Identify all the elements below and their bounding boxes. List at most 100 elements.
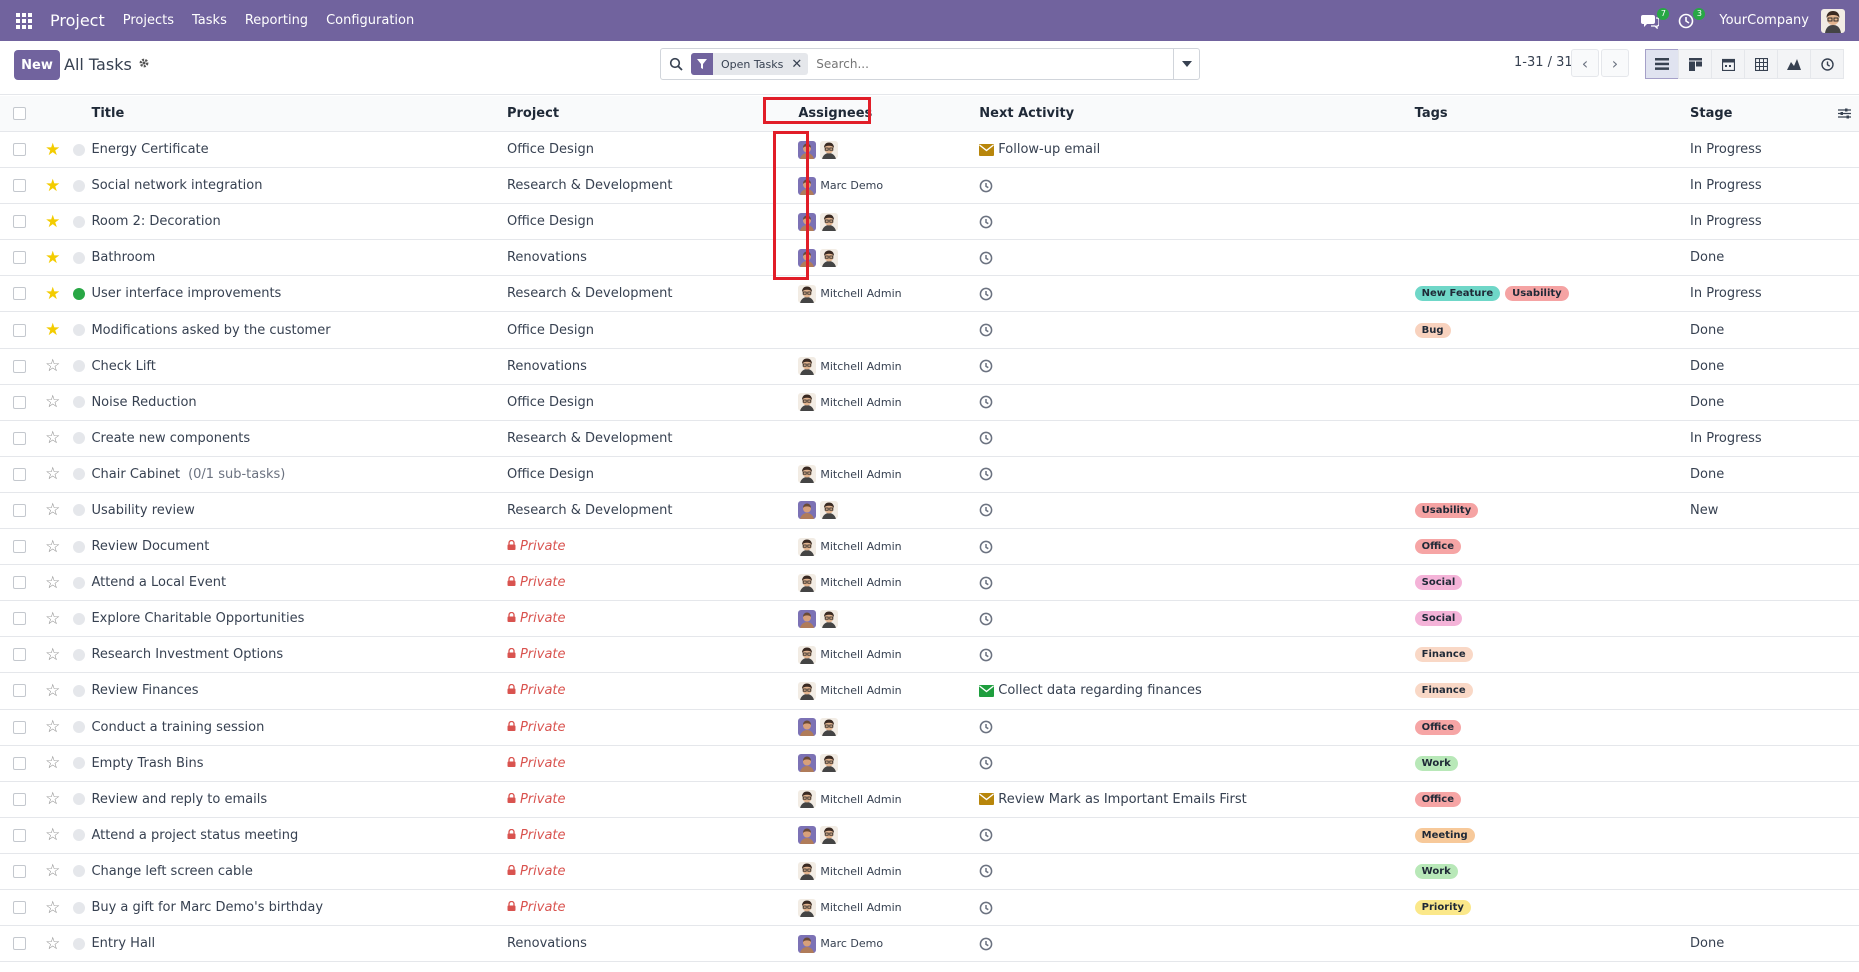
table-row[interactable]: ☆ Change left screen cable Private Mitchell… — [0, 854, 1859, 890]
task-title[interactable]: Buy a gift for Marc Demo's birthday — [91, 900, 323, 915]
assignee-avatar-mitchell[interactable] — [820, 754, 839, 773]
activity-email-icon[interactable] — [979, 793, 995, 806]
star-filled-icon[interactable]: ★ — [40, 212, 66, 232]
activity-clock-icon[interactable] — [979, 576, 993, 590]
star-outline-icon[interactable]: ☆ — [40, 428, 66, 448]
row-checkbox[interactable] — [13, 937, 27, 951]
kanban-state-dot[interactable] — [72, 251, 85, 264]
task-title[interactable]: Attend a Local Event — [91, 575, 226, 590]
kanban-state-dot[interactable] — [72, 287, 85, 300]
assignee-avatar-mitchell[interactable] — [820, 718, 839, 737]
activity-clock-icon[interactable] — [979, 648, 993, 662]
activity-email-icon[interactable] — [979, 143, 995, 156]
activities-clock-icon[interactable]: 3 — [1675, 7, 1706, 32]
table-row[interactable]: ☆ Empty Trash Bins Private Work — [0, 746, 1859, 782]
activity-clock-icon[interactable] — [979, 612, 993, 626]
table-row[interactable]: ☆ Explore Charitable Opportunities Private… — [0, 601, 1859, 638]
assignee-avatar-mitchell[interactable] — [798, 645, 817, 664]
assignee-avatar-marc[interactable] — [798, 826, 817, 845]
assignee-avatar-marc[interactable] — [798, 934, 817, 953]
task-title[interactable]: Check Lift — [91, 359, 155, 374]
row-checkbox[interactable] — [13, 864, 27, 878]
assignee-avatar-marc[interactable] — [798, 754, 817, 773]
kanban-state-dot[interactable] — [72, 432, 85, 445]
kanban-state-dot[interactable] — [72, 360, 85, 373]
kanban-state-dot[interactable] — [72, 684, 85, 697]
kanban-state-dot[interactable] — [72, 324, 85, 337]
assignee-avatar-marc[interactable] — [798, 501, 817, 520]
task-title[interactable]: Chair Cabinet — [91, 467, 180, 482]
activity-clock-icon[interactable] — [979, 937, 993, 951]
activity-clock-icon[interactable] — [979, 720, 993, 734]
column-project[interactable]: Project — [507, 106, 778, 121]
star-outline-icon[interactable]: ☆ — [40, 537, 66, 557]
kanban-state-dot[interactable] — [72, 504, 85, 517]
kanban-state-dot[interactable] — [72, 540, 85, 553]
assignee-avatar-mitchell[interactable] — [820, 248, 839, 267]
activity-clock-icon[interactable] — [979, 431, 993, 445]
row-checkbox[interactable] — [13, 576, 27, 590]
list-view-icon[interactable] — [1645, 49, 1679, 79]
assignee-avatar-mitchell[interactable] — [820, 609, 839, 628]
activity-clock-icon[interactable] — [979, 467, 993, 481]
kanban-state-dot[interactable] — [72, 396, 85, 409]
assignee-avatar-mitchell[interactable] — [798, 790, 817, 809]
task-title[interactable]: Explore Charitable Opportunities — [91, 611, 304, 626]
activity-clock-icon[interactable] — [979, 540, 993, 554]
table-row[interactable]: ★ Modifications asked by the customer Offi… — [0, 312, 1859, 349]
search-bar[interactable]: Open Tasks ✕ — [660, 48, 1200, 80]
table-row[interactable]: ★ Room 2: Decoration Office Design In Progr… — [0, 204, 1859, 241]
table-row[interactable]: ★ Bathroom Renovations Done — [0, 240, 1859, 277]
table-row[interactable]: ☆ Conduct a training session Private Office — [0, 710, 1859, 746]
company-switcher[interactable]: YourCompany — [1719, 13, 1809, 28]
task-title[interactable]: Noise Reduction — [91, 395, 196, 410]
kanban-state-dot[interactable] — [72, 576, 85, 589]
activity-clock-icon[interactable] — [979, 287, 993, 301]
kanban-state-dot[interactable] — [72, 143, 85, 156]
task-title[interactable]: Conduct a training session — [91, 720, 264, 735]
row-checkbox[interactable] — [13, 251, 27, 265]
kanban-state-dot[interactable] — [72, 612, 85, 625]
assignee-avatar-mitchell[interactable] — [798, 357, 817, 376]
kanban-state-dot[interactable] — [72, 721, 85, 734]
assignee-avatar-mitchell[interactable] — [798, 465, 817, 484]
activity-email-icon[interactable] — [979, 684, 995, 697]
task-title[interactable]: Empty Trash Bins — [91, 756, 203, 771]
table-row[interactable]: ☆ Buy a gift for Marc Demo's birthday Priv… — [0, 890, 1859, 927]
row-checkbox[interactable] — [13, 901, 27, 915]
row-checkbox[interactable] — [13, 720, 27, 734]
activity-clock-icon[interactable] — [979, 503, 993, 517]
star-filled-icon[interactable]: ★ — [40, 320, 66, 340]
kanban-state-dot[interactable] — [72, 648, 85, 661]
table-row[interactable]: ☆ Review Finances Private Mitchell Admin Col… — [0, 673, 1859, 710]
table-row[interactable]: ☆ Attend a project status meeting Private M… — [0, 818, 1859, 854]
star-outline-icon[interactable]: ☆ — [40, 609, 66, 629]
activity-clock-icon[interactable] — [979, 359, 993, 373]
task-title[interactable]: Attend a project status meeting — [91, 828, 298, 843]
apps-grid-icon[interactable] — [14, 11, 34, 31]
activity-view-icon[interactable] — [1810, 49, 1844, 79]
row-checkbox[interactable] — [13, 756, 27, 770]
assignee-avatar-marc[interactable] — [798, 609, 817, 628]
assignee-avatar-mitchell[interactable] — [798, 862, 817, 881]
row-checkbox[interactable] — [13, 323, 27, 337]
menu-reporting[interactable]: Reporting — [245, 13, 308, 28]
task-title[interactable]: Research Investment Options — [91, 647, 283, 662]
row-checkbox[interactable] — [13, 467, 27, 481]
star-filled-icon[interactable]: ★ — [40, 284, 66, 304]
select-all-checkbox[interactable] — [13, 107, 27, 120]
star-outline-icon[interactable]: ☆ — [40, 717, 66, 737]
row-checkbox[interactable] — [13, 431, 27, 445]
menu-projects[interactable]: Projects — [123, 13, 174, 28]
row-checkbox[interactable] — [13, 179, 27, 193]
table-row[interactable]: ★ User interface improvements Research & D… — [0, 276, 1859, 313]
star-outline-icon[interactable]: ☆ — [40, 789, 66, 809]
row-checkbox[interactable] — [13, 828, 27, 842]
app-brand[interactable]: Project — [50, 11, 105, 30]
assignee-avatar-mitchell[interactable] — [820, 501, 839, 520]
table-row[interactable]: ☆ Chair Cabinet (0/1 sub-tasks) Office Desi… — [0, 457, 1859, 493]
activity-clock-icon[interactable] — [979, 215, 993, 229]
kanban-state-dot[interactable] — [72, 215, 85, 228]
kanban-state-dot[interactable] — [72, 757, 85, 770]
row-checkbox[interactable] — [13, 612, 27, 626]
